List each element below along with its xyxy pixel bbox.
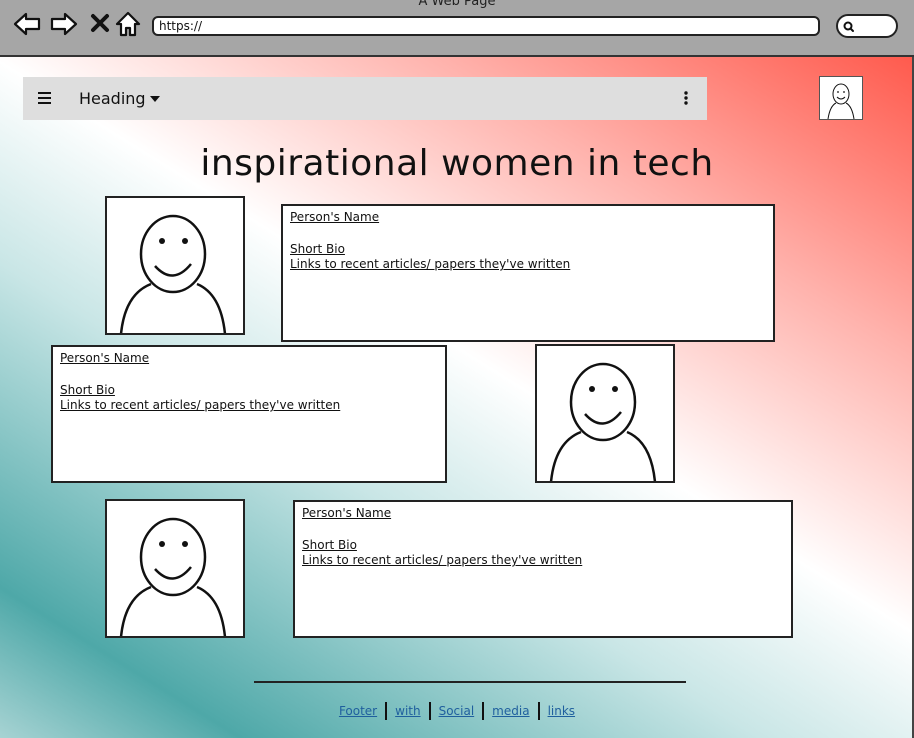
- person-name-link[interactable]: Person's Name: [302, 506, 784, 522]
- short-bio-link[interactable]: Short Bio: [290, 242, 766, 258]
- home-icon[interactable]: [113, 9, 143, 39]
- page-content: Heading inspirational women in tech Pers…: [0, 57, 914, 738]
- articles-link[interactable]: Links to recent articles/ papers they've…: [290, 257, 766, 273]
- profile-photo: [535, 344, 675, 483]
- person-name-link[interactable]: Person's Name: [290, 210, 766, 226]
- page-title: inspirational women in tech: [200, 143, 714, 184]
- user-avatar[interactable]: [819, 76, 863, 120]
- profile-card: Person's Name Short Bio Links to recent …: [293, 500, 793, 638]
- footer: Footer with Social media links: [0, 702, 914, 720]
- search-icon: [843, 21, 854, 32]
- app-bar: Heading: [23, 77, 707, 120]
- articles-link[interactable]: Links to recent articles/ papers they've…: [60, 398, 438, 414]
- footer-link[interactable]: Footer: [331, 704, 385, 718]
- person-name-link[interactable]: Person's Name: [60, 351, 438, 367]
- articles-link[interactable]: Links to recent articles/ papers they've…: [302, 553, 784, 569]
- user-avatar-icon: [827, 83, 855, 120]
- person-placeholder-icon: [119, 214, 227, 333]
- app-bar-heading[interactable]: Heading: [79, 89, 146, 108]
- caret-down-icon[interactable]: [149, 95, 161, 103]
- profile-card: Person's Name Short Bio Links to recent …: [51, 345, 447, 483]
- footer-link[interactable]: with: [387, 704, 428, 718]
- kebab-menu-icon[interactable]: [684, 91, 688, 105]
- browser-search-button[interactable]: [836, 14, 898, 38]
- footer-link[interactable]: Social: [431, 704, 483, 718]
- back-arrow-icon[interactable]: [12, 9, 42, 39]
- profile-card: Person's Name Short Bio Links to recent …: [281, 204, 775, 342]
- footer-link[interactable]: links: [540, 704, 583, 718]
- profile-photo: [105, 499, 245, 638]
- short-bio-link[interactable]: Short Bio: [302, 538, 784, 554]
- profile-photo: [105, 196, 245, 335]
- url-bar[interactable]: https://: [152, 16, 820, 36]
- short-bio-link[interactable]: Short Bio: [60, 383, 438, 399]
- window-title: A Web Page: [418, 0, 496, 9]
- browser-chrome: A Web Page https://: [0, 0, 914, 57]
- person-placeholder-icon: [119, 517, 227, 636]
- close-icon[interactable]: [86, 9, 116, 39]
- footer-divider: [254, 681, 686, 683]
- hamburger-menu-icon[interactable]: [37, 91, 53, 105]
- forward-arrow-icon[interactable]: [49, 9, 79, 39]
- person-placeholder-icon: [549, 362, 657, 481]
- footer-link[interactable]: media: [484, 704, 537, 718]
